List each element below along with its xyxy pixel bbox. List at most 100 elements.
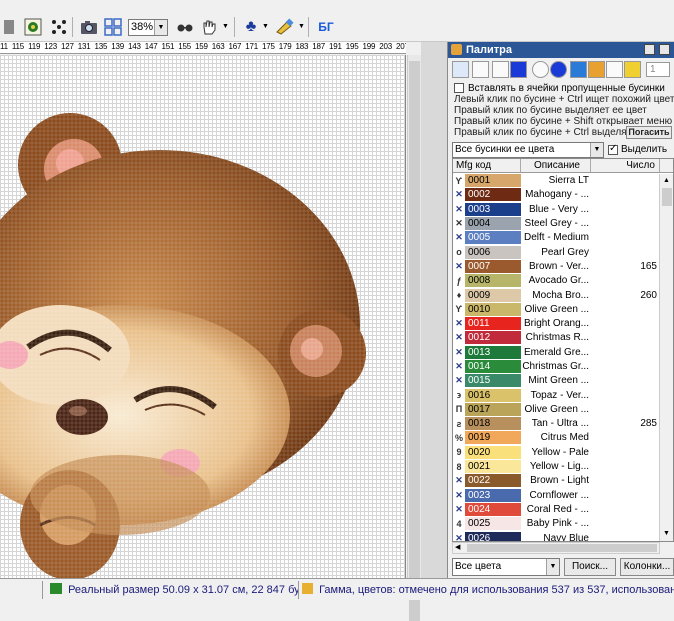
bead-code-cell[interactable]: 0005	[465, 231, 521, 245]
chevron-down-icon[interactable]: ▼	[222, 23, 229, 30]
table-row[interactable]: Ƴ 0010 Olive Green ...	[453, 302, 660, 317]
select-checkbox[interactable]	[608, 143, 618, 155]
column-header-description[interactable]: Описание	[521, 159, 591, 172]
bead-code-cell[interactable]: 0003	[465, 202, 521, 216]
table-row[interactable]: o 0006 Pearl Grey	[453, 245, 660, 260]
table-row[interactable]: ƒ 0008 Avocado Gr...	[453, 274, 660, 289]
bead-code-cell[interactable]: 0020	[465, 445, 521, 459]
club-icon[interactable]: ♣	[240, 16, 262, 38]
bead-pattern-canvas[interactable]	[0, 55, 406, 578]
table-row[interactable]: Π 0017 Olive Green ...	[453, 402, 660, 418]
column-header-count[interactable]: Число	[591, 159, 660, 172]
bead-code-cell[interactable]: 0007	[465, 259, 521, 273]
table-row[interactable]: ✕ 0022 Brown - Light	[453, 474, 660, 489]
table-row[interactable]: ✕ 0002 Mahogany - ...	[453, 188, 660, 203]
filled-circle-icon[interactable]	[550, 61, 567, 78]
extinguish-button[interactable]: Погасить	[626, 126, 672, 139]
bead-code-cell[interactable]: 0001	[465, 174, 521, 188]
scroll-thumb[interactable]	[662, 188, 672, 206]
brush-tool-icon[interactable]	[452, 61, 469, 78]
table-row[interactable]: 4 0025 Baby Pink - ...	[453, 517, 660, 532]
circle-outline-icon[interactable]	[532, 61, 549, 78]
bead-code-cell[interactable]: 0010	[465, 302, 521, 316]
chevron-down-icon[interactable]: ▼	[546, 559, 559, 575]
bead-code-cell[interactable]: 0017	[465, 402, 521, 416]
bead-code-cell[interactable]: 0015	[465, 374, 521, 388]
hand-pan-icon[interactable]	[198, 16, 220, 38]
bead-code-cell[interactable]: 0009	[465, 288, 521, 302]
table-row[interactable]: 9 0020 Yellow - Pale	[453, 445, 660, 460]
bead-code-cell[interactable]: 0008	[465, 274, 521, 288]
chevron-down-icon[interactable]: ▼	[298, 23, 305, 30]
canvas-vertical-scrollbar[interactable]	[407, 55, 421, 621]
table-row[interactable]: ϶ 0016 Topaz - Ver...	[453, 388, 660, 403]
replace-color-icon[interactable]	[588, 61, 605, 78]
table-row[interactable]: ♦ 0009 Mocha Bro... 260	[453, 288, 660, 303]
bead-code-cell[interactable]: 0023	[465, 488, 521, 502]
bead-code-cell[interactable]: 0006	[465, 245, 521, 259]
table-row[interactable]: ✕ 0026 Navy Blue	[453, 531, 660, 541]
table-row[interactable]: ✕ 0007 Brown - Ver... 165	[453, 259, 660, 275]
palette-table-icon[interactable]	[624, 61, 641, 78]
column-header-code[interactable]: Mfg код	[453, 159, 521, 172]
table-row[interactable]: ✕ 0014 Christmas Gr...	[453, 360, 660, 375]
table-row[interactable]: ✕ 0011 Bright Orang...	[453, 317, 660, 332]
bead-code-cell[interactable]: 0021	[465, 460, 521, 474]
bead-pattern-icon[interactable]	[22, 16, 44, 38]
panel-columns-icon[interactable]	[644, 44, 655, 55]
insert-missing-checkbox[interactable]	[454, 83, 464, 93]
bead-code-cell[interactable]: 0022	[465, 474, 521, 488]
table-row[interactable]: ✕ 0024 Coral Red - ...	[453, 502, 660, 518]
chevron-down-icon[interactable]: ▼	[262, 23, 269, 30]
background-button[interactable]: БГ	[314, 16, 338, 38]
chevron-down-icon[interactable]: ▼	[154, 20, 167, 35]
filled-square-icon[interactable]	[510, 61, 527, 78]
scroll-down-icon[interactable]: ▼	[661, 528, 672, 540]
bead-code-cell[interactable]: 0012	[465, 331, 521, 345]
paint-tool-icon[interactable]	[274, 16, 296, 38]
table-row[interactable]: ✕ 0005 Delft - Medium	[453, 231, 660, 246]
dots-grid-icon[interactable]	[48, 16, 70, 38]
table-row[interactable]: ƨ 0018 Tan - Ultra ... 285	[453, 417, 660, 432]
table-row[interactable]: ✕ 0004 Steel Grey - ...	[453, 217, 660, 232]
bead-code-cell[interactable]: 0014	[465, 360, 521, 373]
bead-code-cell[interactable]: 0013	[465, 345, 521, 359]
scroll-thumb[interactable]	[467, 544, 657, 552]
columns-button[interactable]: Колонки...	[620, 558, 674, 576]
table-row[interactable]: ✕ 0023 Cornflower ...	[453, 488, 660, 503]
bead-code-cell[interactable]: 0004	[465, 217, 521, 231]
glasses-icon[interactable]	[174, 16, 196, 38]
bead-code-cell[interactable]: 0025	[465, 517, 521, 531]
scroll-left-icon[interactable]: ◀	[455, 543, 460, 551]
bead-filter-select[interactable]: Все бусинки ее цвета ▼	[452, 142, 604, 158]
camera-icon[interactable]	[78, 16, 100, 38]
bead-code-cell[interactable]: 0019	[465, 431, 521, 445]
panel-divider[interactable]	[421, 42, 447, 578]
chevron-down-icon[interactable]: ▼	[590, 143, 603, 157]
square-outline-icon[interactable]	[492, 61, 509, 78]
table-horizontal-scrollbar[interactable]: ◀	[452, 542, 660, 554]
table-row[interactable]: ✕ 0013 Emerald Gre...	[453, 345, 660, 360]
scroll-up-icon[interactable]: ▲	[661, 175, 672, 187]
bead-code-cell[interactable]: 0024	[465, 502, 521, 516]
brush-size-spinner[interactable]: 1	[646, 62, 670, 77]
bead-code-cell[interactable]: 0016	[465, 388, 521, 402]
table-row[interactable]: % 0019 Citrus Med	[453, 431, 660, 446]
search-button[interactable]: Поиск...	[564, 558, 616, 576]
tile-view-icon[interactable]	[102, 16, 124, 38]
panel-float-icon[interactable]	[659, 44, 670, 55]
bead-code-cell[interactable]: 0002	[465, 188, 521, 202]
bead-code-cell[interactable]: 0011	[465, 317, 521, 331]
table-row[interactable]: 8 0021 Yellow - Lig...	[453, 460, 660, 475]
color-swap-icon[interactable]	[606, 61, 623, 78]
bead-code-cell[interactable]: 0026	[465, 531, 521, 541]
table-vertical-scrollbar[interactable]: ▲ ▼	[659, 174, 673, 541]
table-row[interactable]: ✕ 0003 Blue - Very ...	[453, 202, 660, 217]
table-row[interactable]: ✕ 0015 Mint Green ...	[453, 374, 660, 389]
color-set-select[interactable]: Все цвета ▼	[452, 558, 560, 576]
table-row[interactable]: ✕ 0012 Christmas R...	[453, 331, 660, 346]
fill-bucket-icon[interactable]	[570, 61, 587, 78]
bead-code-cell[interactable]: 0018	[465, 417, 521, 431]
table-row[interactable]: Ƴ 0001 Sierra LT	[453, 174, 660, 189]
pipette-tool-icon[interactable]	[472, 61, 489, 78]
